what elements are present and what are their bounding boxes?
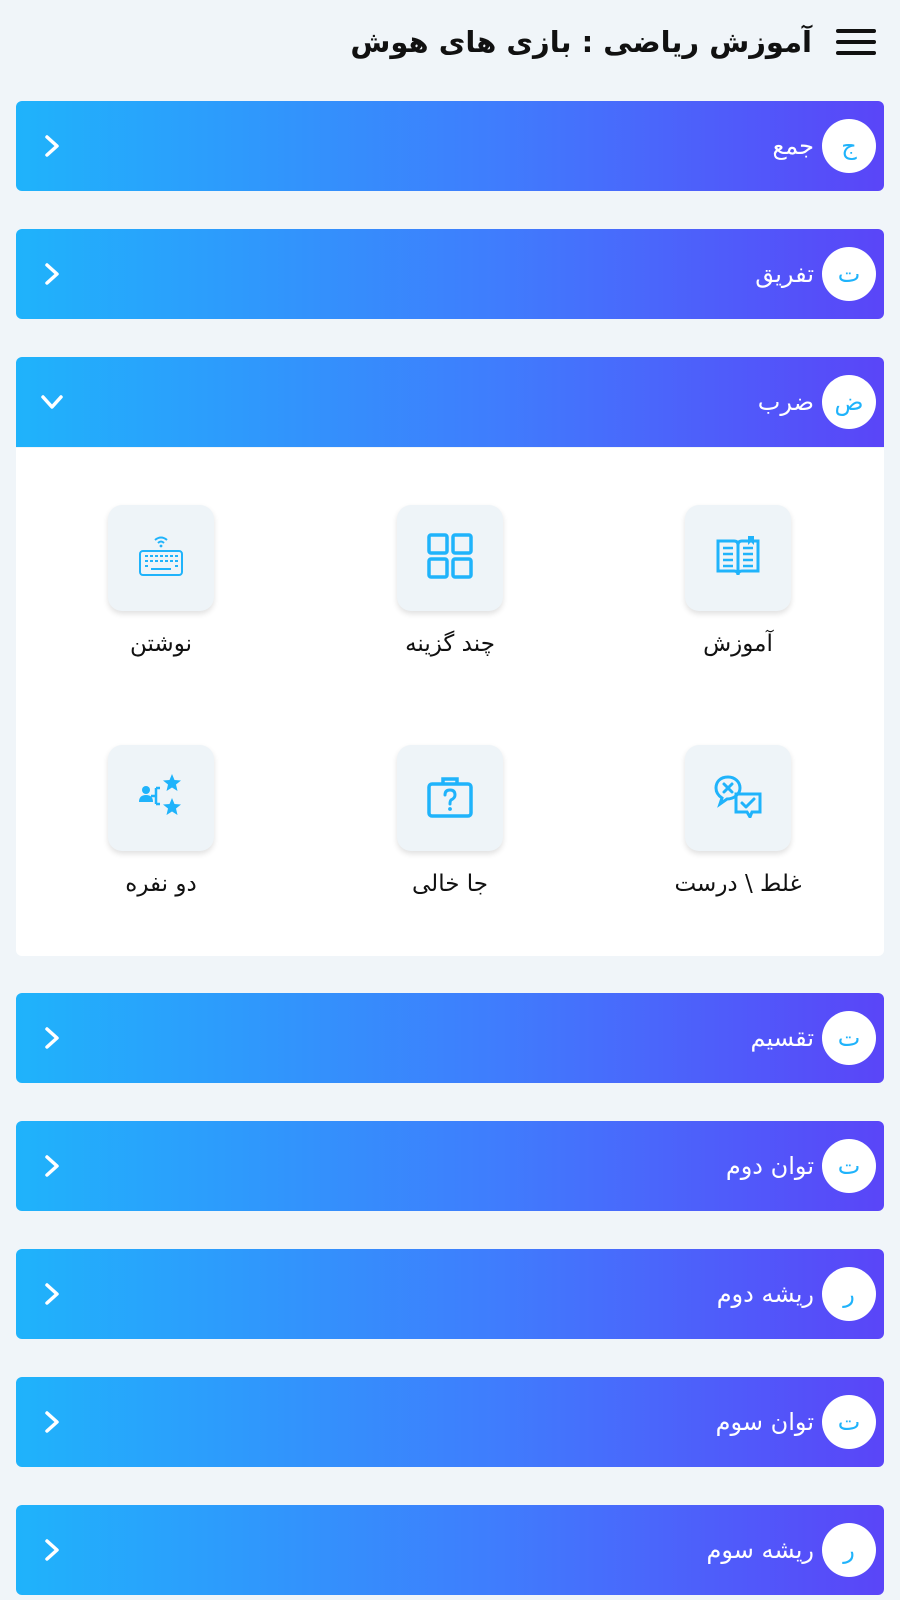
section-row-division[interactable]: ت تقسیم	[16, 993, 884, 1083]
section-row-addition[interactable]: ج جمع	[16, 101, 884, 191]
section-badge: ج	[822, 119, 876, 173]
chevron-right-icon	[36, 130, 68, 162]
chevron-right-icon	[36, 1022, 68, 1054]
tile-box	[397, 505, 503, 611]
keyboard-icon	[137, 534, 185, 582]
activity-writing[interactable]: نوشتن	[71, 505, 251, 657]
chevron-right-icon	[36, 1278, 68, 1310]
chevron-right-icon	[36, 1534, 68, 1566]
chevron-right-icon	[36, 1406, 68, 1438]
section-row-cube-root[interactable]: ر ریشه سوم	[16, 1505, 884, 1595]
section-label: توان سوم	[715, 1408, 814, 1436]
tile-box	[685, 745, 791, 851]
two-player-icon	[137, 772, 185, 824]
book-icon	[715, 534, 761, 582]
tile-box	[685, 505, 791, 611]
activity-label: آموزش	[703, 631, 773, 657]
activity-label: چند گزینه	[405, 631, 495, 657]
section-row-subtraction[interactable]: ت تفریق	[16, 229, 884, 319]
tile-box	[108, 505, 214, 611]
section-badge: ر	[822, 1523, 876, 1577]
section-row-square-root[interactable]: ر ریشه دوم	[16, 1249, 884, 1339]
section-label: ریشه دوم	[716, 1280, 814, 1308]
question-box-icon	[426, 774, 474, 822]
activity-multiple-choice[interactable]: چند گزینه	[360, 505, 540, 657]
page-title: آموزش ریاضی : بازی های هوش	[350, 25, 812, 59]
section-label: ریشه سوم	[706, 1536, 814, 1564]
tile-box	[108, 745, 214, 851]
section-label: تقسیم	[750, 1024, 814, 1052]
chevron-right-icon	[36, 258, 68, 290]
activity-learn[interactable]: آموزش	[648, 505, 828, 657]
section-label: توان دوم	[725, 1152, 814, 1180]
activity-true-false[interactable]: غلط \ درست	[648, 745, 828, 897]
app-screen: آموزش ریاضی : بازی های هوش ج جمع ت تفریق…	[0, 0, 900, 1600]
section-badge: ت	[822, 1395, 876, 1449]
chevron-right-icon	[36, 1150, 68, 1182]
tile-box	[397, 745, 503, 851]
app-header: آموزش ریاضی : بازی های هوش	[0, 0, 900, 84]
activity-fill-blank[interactable]: جا خالی	[360, 745, 540, 897]
activity-label: غلط \ درست	[674, 871, 802, 897]
section-badge: ض	[822, 375, 876, 429]
section-row-cube[interactable]: ت توان سوم	[16, 1377, 884, 1467]
section-label: ضرب	[757, 388, 814, 416]
grid-icon	[427, 533, 473, 583]
section-row-square[interactable]: ت توان دوم	[16, 1121, 884, 1211]
section-badge: ت	[822, 1011, 876, 1065]
section-badge: ر	[822, 1267, 876, 1321]
activity-label: دو نفره	[125, 871, 197, 897]
hamburger-icon[interactable]	[836, 29, 876, 55]
section-label: تفریق	[755, 260, 814, 288]
activity-two-player[interactable]: دو نفره	[71, 745, 251, 897]
section-badge: ت	[822, 1139, 876, 1193]
section-row-multiplication[interactable]: ض ضرب	[16, 357, 884, 447]
chevron-down-icon	[36, 386, 68, 418]
chat-check-icon	[714, 774, 762, 822]
section-label: جمع	[772, 132, 814, 160]
section-badge: ت	[822, 247, 876, 301]
activity-label: نوشتن	[129, 631, 192, 657]
activity-panel: آموزش چند گزینه نوشتن غلط \ درست جا خالی…	[16, 448, 884, 956]
activity-label: جا خالی	[412, 871, 488, 897]
